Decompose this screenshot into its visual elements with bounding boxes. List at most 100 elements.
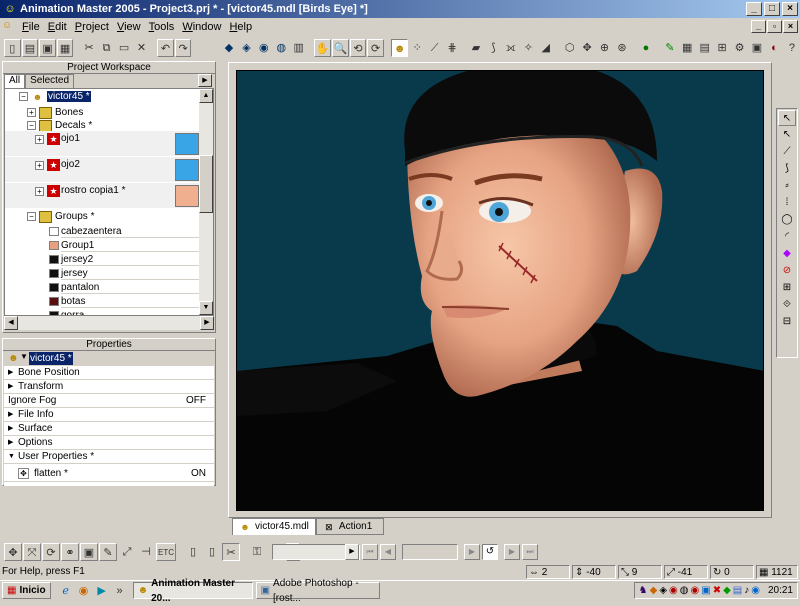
tray-icon-1[interactable]: ♞ bbox=[639, 585, 648, 596]
zoom-icon[interactable]: 🔍 bbox=[332, 39, 349, 57]
minimize-button[interactable]: _ bbox=[746, 2, 762, 16]
muscle-mode-icon[interactable]: ⁘ bbox=[409, 39, 425, 57]
tree-group-cabezaentera[interactable]: cabezaentera bbox=[61, 225, 213, 238]
help-context-icon[interactable]: ? bbox=[784, 39, 800, 57]
image-icon[interactable]: ▣ bbox=[749, 39, 765, 57]
settings-icon[interactable]: ⚙ bbox=[731, 39, 747, 57]
add-point-icon[interactable]: ↖ bbox=[778, 127, 796, 143]
tray-icon-4[interactable]: ◉ bbox=[669, 585, 678, 596]
lasso-icon[interactable]: ⟆ bbox=[778, 161, 796, 177]
speaker-icon[interactable]: ♪ bbox=[744, 585, 749, 596]
decals-collapse[interactable]: − bbox=[27, 121, 36, 130]
tree-decal-ojo1[interactable]: ojo1 bbox=[61, 131, 80, 147]
globe-icon[interactable]: ● bbox=[638, 39, 654, 57]
tree-hscrollbar[interactable]: ◀ ▶ bbox=[4, 316, 214, 330]
delete-icon[interactable]: ✕ bbox=[133, 39, 149, 57]
no-entry-icon[interactable]: ⊘ bbox=[778, 263, 796, 279]
copy-icon[interactable]: ⧉ bbox=[98, 39, 114, 57]
prop-bone-position[interactable]: ▶ Bone Position bbox=[4, 366, 214, 380]
bone-mode-icon[interactable]: ⟋ bbox=[426, 39, 442, 57]
key-icon[interactable]: ⚿ bbox=[248, 543, 266, 561]
wireframe-icon[interactable]: ◍ bbox=[273, 39, 289, 57]
tray-icon-6[interactable]: ◉ bbox=[691, 585, 700, 596]
render-mode-icon[interactable]: ◈ bbox=[238, 39, 254, 57]
tree-decal-ojo2[interactable]: ojo2 bbox=[61, 157, 80, 173]
open-icon[interactable]: ▤ bbox=[21, 39, 39, 57]
bones-icon[interactable]: ▥ bbox=[291, 39, 307, 57]
scroll-left-button[interactable]: ◀ bbox=[4, 316, 18, 330]
tab-victor45-mdl[interactable]: ☻ victor45.mdl bbox=[232, 518, 316, 535]
tab-all[interactable]: All bbox=[4, 74, 26, 88]
copy-grid-icon[interactable]: ▦ bbox=[679, 39, 695, 57]
menu-view[interactable]: View bbox=[113, 21, 145, 33]
decal-rostro-expand[interactable]: + bbox=[35, 187, 44, 196]
tree-groups[interactable]: Groups * bbox=[55, 209, 94, 225]
prop-transform[interactable]: ▶ Transform bbox=[4, 380, 214, 394]
prop-ignore-fog[interactable]: Ignore Fog OFF bbox=[4, 394, 214, 408]
turn-icon[interactable]: ⟲ bbox=[349, 39, 367, 57]
lathe-tool-icon[interactable]: ⟐ bbox=[778, 297, 796, 313]
add-spline-icon[interactable]: ⟋ bbox=[778, 144, 796, 160]
menu-help[interactable]: Help bbox=[225, 21, 256, 33]
new-icon[interactable]: ▯ bbox=[4, 39, 21, 57]
sphere-icon[interactable]: ⊛ bbox=[614, 39, 630, 57]
tray-icon-9[interactable]: ◆ bbox=[723, 585, 731, 596]
loop-icon[interactable]: ↺ bbox=[482, 544, 498, 560]
menu-project[interactable]: Project bbox=[71, 21, 113, 33]
paste-icon[interactable]: ▭ bbox=[116, 39, 132, 57]
chevron-down-icon[interactable]: ▼ bbox=[20, 352, 28, 361]
cp-color-icon[interactable]: ◆ bbox=[778, 246, 796, 262]
bias-icon[interactable]: ⊣ bbox=[137, 543, 155, 561]
move-icon[interactable]: ✥ bbox=[4, 543, 22, 561]
render-icon[interactable]: ◆ bbox=[221, 39, 237, 57]
tray-icon-2[interactable]: ◆ bbox=[650, 585, 658, 596]
scale-icon[interactable]: ⊕ bbox=[596, 39, 612, 57]
menu-file[interactable]: File bbox=[18, 21, 44, 33]
prop-flatten[interactable]: ✥ flatten * ON bbox=[4, 466, 214, 482]
cut-icon[interactable]: ✂ bbox=[81, 39, 97, 57]
decal-ojo1-expand[interactable]: + bbox=[35, 135, 44, 144]
tree-root[interactable]: victor45 * bbox=[47, 89, 91, 105]
rotate-icon[interactable]: ⟳ bbox=[367, 39, 384, 57]
tree-group-jersey[interactable]: jersey bbox=[61, 267, 213, 280]
prop-surface[interactable]: ▶ Surface bbox=[4, 422, 214, 436]
redo-icon[interactable]: ↷ bbox=[174, 39, 192, 57]
circle-icon[interactable]: ◯ bbox=[778, 212, 796, 228]
tree-group-jersey2[interactable]: jersey2 bbox=[61, 253, 213, 266]
scroll-up-button[interactable]: ▲ bbox=[199, 89, 213, 103]
next-frame-icon[interactable]: ▶ bbox=[504, 544, 520, 560]
last-frame-icon[interactable]: ⏭ bbox=[522, 544, 538, 560]
play-icon[interactable]: ▶ bbox=[464, 544, 480, 560]
save-icon[interactable]: ▣ bbox=[39, 39, 56, 57]
column-icon[interactable]: ▯ bbox=[184, 543, 202, 561]
table-icon[interactable]: ▤ bbox=[696, 39, 712, 57]
scale-icon[interactable]: ⤧ bbox=[23, 543, 41, 561]
path-icon[interactable]: ⁞ bbox=[778, 195, 796, 211]
maximize-button[interactable]: □ bbox=[764, 2, 780, 16]
grid-mode-icon[interactable]: ⋕ bbox=[444, 39, 460, 57]
move-icon[interactable]: ✥ bbox=[579, 39, 595, 57]
scroll-down-button[interactable]: ▼ bbox=[199, 301, 213, 315]
decal-ojo2-expand[interactable]: + bbox=[35, 161, 44, 170]
shaded-icon[interactable]: ◉ bbox=[256, 39, 272, 57]
cube-icon[interactable]: ⬡ bbox=[561, 39, 577, 57]
save-all-icon[interactable]: ▦ bbox=[56, 39, 74, 57]
task-animation-master[interactable]: ☻ Animation Master 20... bbox=[132, 578, 253, 604]
tray-icon-7[interactable]: ▣ bbox=[701, 585, 710, 596]
browser-icon[interactable]: ◉ bbox=[75, 582, 93, 600]
tray-icon-10[interactable]: ▤ bbox=[733, 585, 742, 596]
hand-icon[interactable]: ✋ bbox=[314, 39, 332, 57]
ie-icon[interactable]: ℯ bbox=[57, 582, 75, 600]
tree-decal-rostro[interactable]: rostro copia1 * bbox=[61, 183, 125, 199]
tray-icon-3[interactable]: ◈ bbox=[659, 585, 667, 596]
rotate-icon[interactable]: ⟳ bbox=[42, 543, 60, 561]
prev-frame-icon[interactable]: ◀ bbox=[380, 544, 396, 560]
pen-icon[interactable]: ✎ bbox=[662, 39, 678, 57]
tree-group-pantalon[interactable]: pantalon bbox=[61, 281, 213, 294]
first-frame-icon[interactable]: ⏮ bbox=[362, 544, 378, 560]
menu-tools[interactable]: Tools bbox=[145, 21, 179, 33]
frame-field[interactable] bbox=[402, 544, 458, 560]
mdi-restore-button[interactable]: ▫ bbox=[767, 20, 782, 33]
skeletal-mode-icon[interactable]: ☻ bbox=[391, 39, 408, 57]
tree-group-botas[interactable]: botas bbox=[61, 295, 213, 308]
